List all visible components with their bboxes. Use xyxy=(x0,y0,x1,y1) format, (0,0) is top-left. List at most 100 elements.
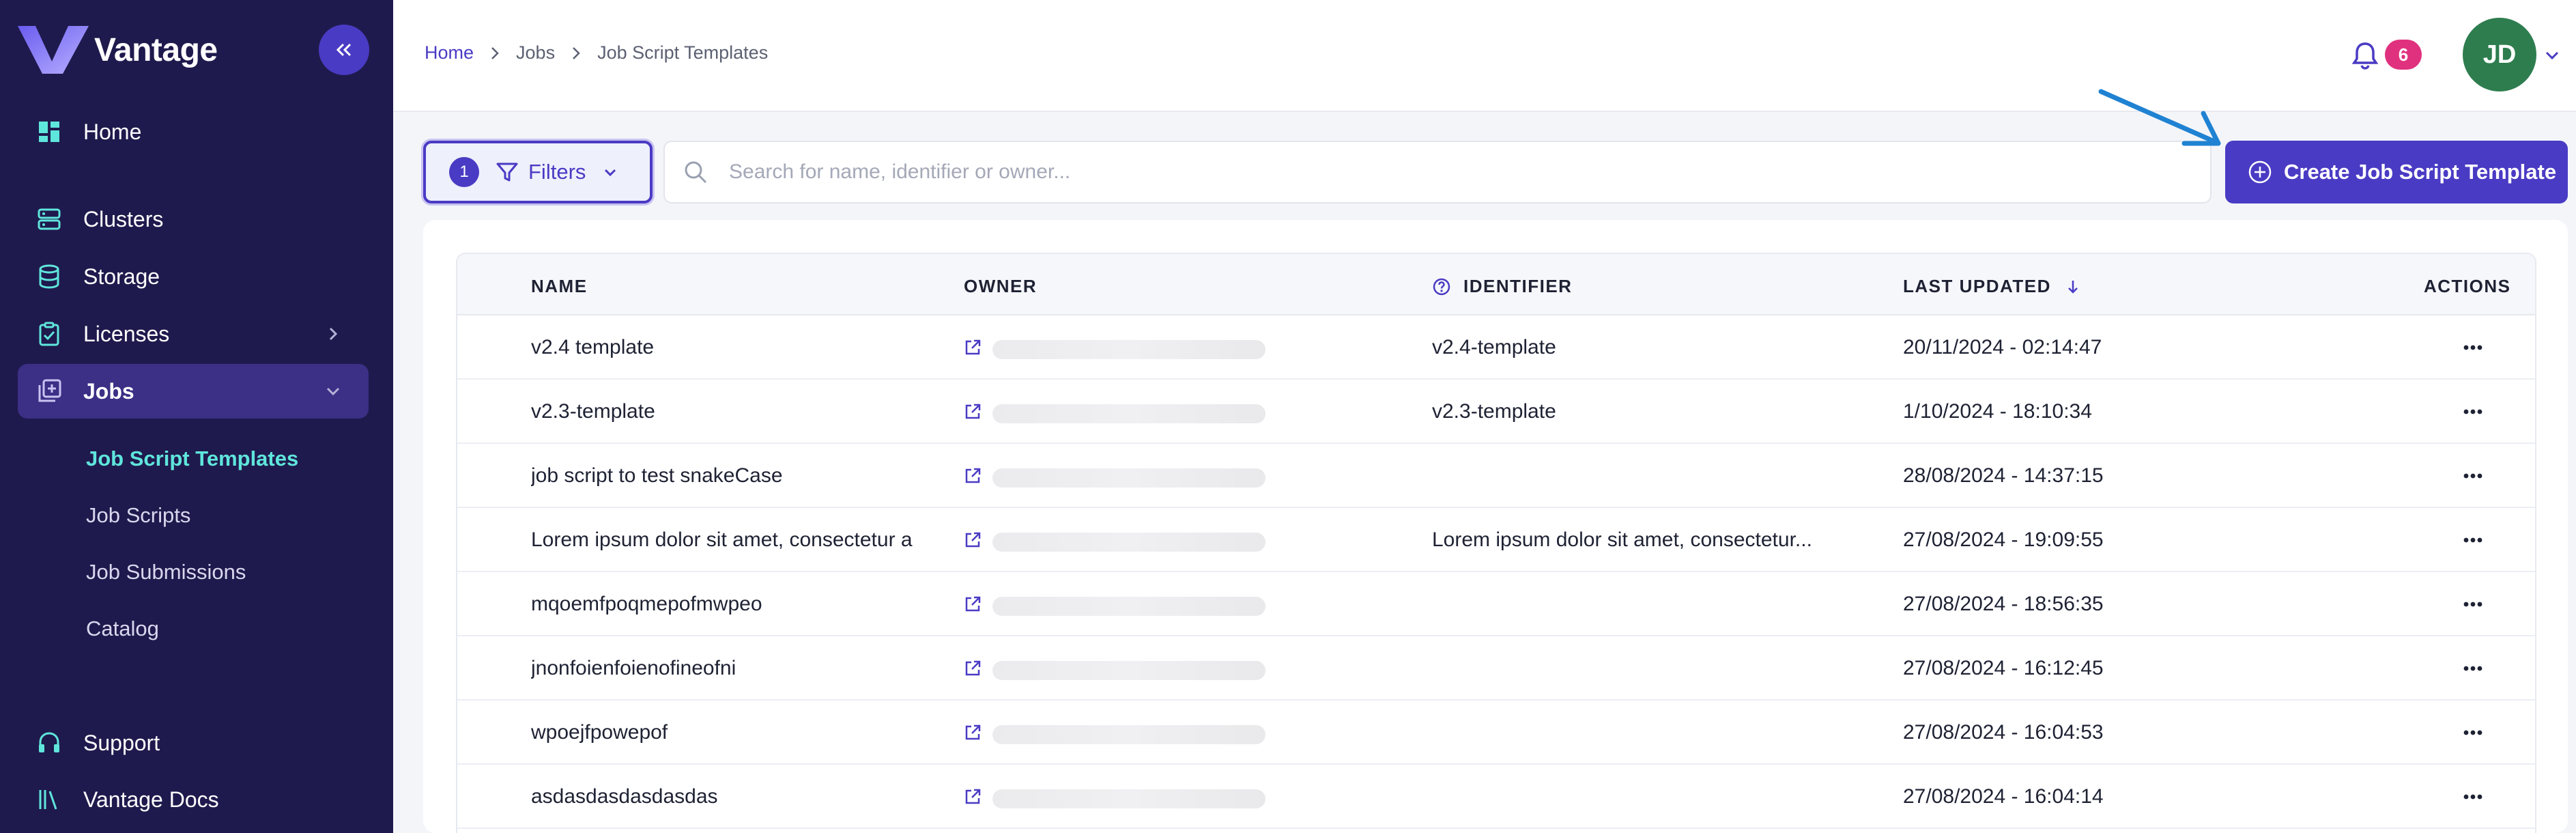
notification-badge: 6 xyxy=(2385,40,2422,70)
cell-name[interactable]: jnonfoienfoienofineofni xyxy=(531,657,927,680)
cell-last-updated: 27/08/2024 - 16:04:53 xyxy=(1903,721,2104,744)
sidebar-item-jobs[interactable]: Jobs xyxy=(18,364,369,419)
chevron-down-icon xyxy=(605,169,616,177)
more-horizontal-icon[interactable] xyxy=(2463,793,2483,800)
books-icon xyxy=(35,786,63,813)
sidebar-item-label: Home xyxy=(83,119,142,144)
cell-identifier: v2.4-template xyxy=(1432,336,1556,358)
column-header-actions: ACTIONS xyxy=(2424,276,2511,296)
column-header-last-updated-label: LAST UPDATED xyxy=(1903,276,2051,296)
funnel-icon xyxy=(496,163,518,182)
table-row[interactable]: v2.3-template v2.3-template 1/10/2024 - … xyxy=(457,380,2535,444)
sidebar-item-label: Support xyxy=(83,730,160,755)
external-link-icon[interactable] xyxy=(962,530,983,550)
cell-identifier: Lorem ipsum dolor sit amet, consectetur.… xyxy=(1432,528,1812,551)
table-row[interactable]: mqoemfpoqmepofmwpeo 27/08/2024 - 18:56:3… xyxy=(457,572,2535,636)
owner-redacted xyxy=(992,725,1265,744)
owner-redacted xyxy=(992,661,1265,680)
cell-last-updated: 20/11/2024 - 02:14:47 xyxy=(1903,336,2102,358)
external-link-icon[interactable] xyxy=(962,401,983,422)
sidebar-item-home[interactable]: Home xyxy=(18,104,369,159)
cell-name[interactable]: v2.4 template xyxy=(531,336,927,359)
bell-icon[interactable] xyxy=(2349,40,2381,71)
external-link-icon[interactable] xyxy=(962,787,983,807)
create-job-script-template-button[interactable]: Create Job Script Template xyxy=(2225,141,2568,203)
sidebar-item-label: Storage xyxy=(83,264,160,289)
column-header-owner[interactable]: OWNER xyxy=(964,276,1037,297)
cell-name[interactable]: mqoemfpoqmepofmwpeo xyxy=(531,593,927,616)
avatar[interactable]: JD xyxy=(2463,18,2536,91)
owner-redacted xyxy=(992,404,1265,423)
external-link-icon[interactable] xyxy=(962,722,983,743)
column-header-identifier[interactable]: IDENTIFIER xyxy=(1432,276,1572,297)
help-circle-icon[interactable] xyxy=(1432,277,1451,296)
owner-redacted xyxy=(992,597,1265,616)
external-link-icon[interactable] xyxy=(962,466,983,486)
filters-button[interactable]: 1 Filters xyxy=(423,141,653,203)
filter-count-badge: 1 xyxy=(449,157,479,187)
sidebar-subitem-job-script-templates[interactable]: Job Script Templates xyxy=(86,447,298,471)
cell-last-updated: 28/08/2024 - 14:37:15 xyxy=(1903,464,2104,487)
table-row[interactable]: jnonfoienfoienofineofni 27/08/2024 - 16:… xyxy=(457,636,2535,701)
owner-redacted xyxy=(992,340,1265,359)
chevron-right-icon xyxy=(573,46,580,59)
cell-name[interactable]: asdasdasdasdasdas xyxy=(531,785,927,808)
cell-last-updated: 1/10/2024 - 18:10:34 xyxy=(1903,400,2092,423)
more-horizontal-icon[interactable] xyxy=(2463,601,2483,608)
table-row[interactable]: job script to test snakeCase 28/08/2024 … xyxy=(457,444,2535,508)
breadcrumb-jobs[interactable]: Jobs xyxy=(516,42,555,63)
more-horizontal-icon[interactable] xyxy=(2463,472,2483,479)
search-box xyxy=(663,141,2212,203)
filters-label: Filters xyxy=(528,160,586,184)
sidebar-item-licenses[interactable]: Licenses xyxy=(18,307,369,361)
breadcrumb-home[interactable]: Home xyxy=(425,42,474,63)
sidebar-item-storage[interactable]: Storage xyxy=(18,249,369,304)
vantage-logo-icon xyxy=(18,26,89,74)
sidebar-item-support[interactable]: Support xyxy=(18,716,369,770)
table-row[interactable]: wpoejfpowepof 27/08/2024 - 16:04:53 xyxy=(457,701,2535,765)
collapse-sidebar-button[interactable] xyxy=(319,25,369,75)
clipboard-check-icon xyxy=(35,320,63,348)
templates-table: NAME OWNER IDENTIFIER LAST UPDATED ACTIO… xyxy=(456,253,2536,833)
more-horizontal-icon[interactable] xyxy=(2463,537,2483,543)
external-link-icon[interactable] xyxy=(962,658,983,679)
more-horizontal-icon[interactable] xyxy=(2463,344,2483,351)
cell-last-updated: 27/08/2024 - 16:12:45 xyxy=(1903,657,2104,679)
templates-card: NAME OWNER IDENTIFIER LAST UPDATED ACTIO… xyxy=(423,220,2568,833)
more-horizontal-icon[interactable] xyxy=(2463,729,2483,736)
server-icon xyxy=(35,206,63,233)
sidebar-item-label: Jobs xyxy=(83,378,134,404)
external-link-icon[interactable] xyxy=(962,594,983,615)
search-input[interactable] xyxy=(729,160,2162,184)
cell-name[interactable]: v2.3-template xyxy=(531,400,927,423)
chevron-down-icon[interactable] xyxy=(2543,46,2561,64)
more-horizontal-icon[interactable] xyxy=(2463,665,2483,672)
column-header-last-updated[interactable]: LAST UPDATED xyxy=(1903,276,2083,297)
chevron-right-icon xyxy=(329,327,338,341)
external-link-icon[interactable] xyxy=(962,337,983,358)
cell-name[interactable]: wpoejfpowepof xyxy=(531,721,927,744)
sidebar-item-label: Vantage Docs xyxy=(83,787,219,812)
table-header: NAME OWNER IDENTIFIER LAST UPDATED ACTIO… xyxy=(457,254,2535,315)
table-row[interactable]: asdasdasdasdasdas 27/08/2024 - 16:04:14 xyxy=(457,765,2535,829)
sidebar-subitem-job-submissions[interactable]: Job Submissions xyxy=(86,560,246,584)
more-horizontal-icon[interactable] xyxy=(2463,408,2483,415)
sidebar-item-clusters[interactable]: Clusters xyxy=(18,192,369,246)
cell-name[interactable]: Lorem ipsum dolor sit amet, consectetur … xyxy=(531,528,927,552)
sidebar-item-vantage-docs[interactable]: Vantage Docs xyxy=(18,772,369,827)
sort-arrow-down-icon[interactable] xyxy=(2063,277,2083,296)
brand[interactable]: Vantage xyxy=(18,26,218,74)
sidebar-subitem-catalog[interactable]: Catalog xyxy=(86,617,159,641)
table-row[interactable]: v2.4 template v2.4-template 20/11/2024 -… xyxy=(457,315,2535,380)
column-header-name[interactable]: NAME xyxy=(531,276,588,297)
owner-redacted xyxy=(992,789,1265,808)
headphones-icon xyxy=(35,729,63,757)
cell-name[interactable]: job script to test snakeCase xyxy=(531,464,927,488)
table-row[interactable]: Lorem ipsum dolor sit amet, consectetur … xyxy=(457,508,2535,572)
create-button-label: Create Job Script Template xyxy=(2284,160,2557,184)
sidebar-subitem-job-scripts[interactable]: Job Scripts xyxy=(86,503,190,528)
breadcrumb: Home Jobs Job Script Templates xyxy=(425,42,768,63)
dashboard-icon xyxy=(35,118,63,145)
owner-redacted xyxy=(992,533,1265,552)
sidebar: Vantage Home Clusters Storage Licenses J… xyxy=(0,0,393,833)
